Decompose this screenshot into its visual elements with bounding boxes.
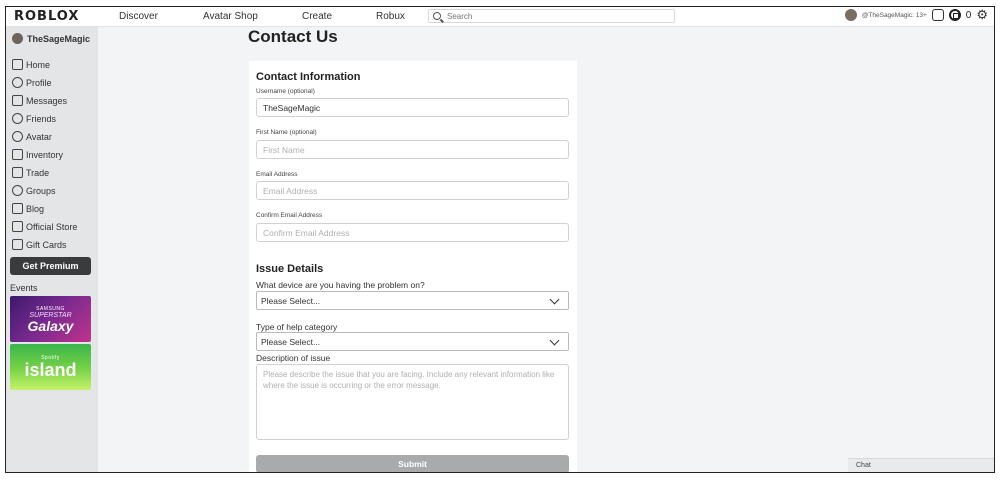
sidebar-username: TheSageMagic (27, 33, 91, 44)
contact-form-card: Contact Information Username (optional) … (249, 61, 577, 472)
robux-balance: 0 (965, 9, 972, 21)
confirm-email-field[interactable] (256, 223, 569, 242)
sidebar-item-gift-cards[interactable]: Gift Cards (12, 239, 67, 250)
sidebar-item-label: Friends (26, 113, 57, 124)
banner-title: island (24, 360, 77, 380)
get-premium-button[interactable]: Get Premium (10, 257, 91, 275)
browser-frame: ROBLOX Discover Avatar Shop Create Robux… (5, 6, 995, 473)
sidebar-item-label: Gift Cards (26, 239, 67, 250)
issue-details-heading: Issue Details (256, 263, 324, 275)
trade-icon (12, 167, 23, 178)
sidebar-item-label: Avatar (26, 131, 52, 142)
email-label: Email Address (256, 171, 298, 178)
first-name-field[interactable] (256, 140, 569, 159)
blog-icon (12, 203, 23, 214)
search-icon (433, 12, 441, 20)
friends-icon (12, 113, 23, 124)
chevron-down-icon (549, 294, 560, 305)
events-heading: Events (10, 283, 38, 293)
sidebar-item-label: Trade (26, 167, 50, 178)
sidebar-item-label: Home (26, 59, 51, 70)
sidebar-item-inventory[interactable]: Inventory (12, 149, 63, 160)
gift-card-icon (12, 239, 23, 250)
avatar (12, 33, 23, 44)
sidebar-item-label: Groups (26, 185, 56, 196)
device-select[interactable]: Please Select... (256, 291, 569, 310)
event-banner-galaxy[interactable]: SAMSUNG SUPERSTAR Galaxy (10, 296, 91, 342)
sidebar-item-avatar[interactable]: Avatar (12, 131, 52, 142)
first-name-label: First Name (optional) (256, 129, 317, 136)
roblox-logo[interactable]: ROBLOX (14, 9, 79, 24)
store-icon (12, 221, 23, 232)
left-sidebar: TheSageMagic Home Profile Messages Frien… (6, 27, 98, 472)
nav-create[interactable]: Create (302, 11, 332, 22)
nav-robux[interactable]: Robux (376, 11, 405, 22)
robux-icon[interactable] (948, 9, 961, 21)
sidebar-item-friends[interactable]: Friends (12, 113, 56, 124)
catalog-list-icon[interactable] (931, 9, 944, 21)
chat-bar[interactable]: Chat (848, 458, 994, 472)
device-question: What device are you having the problem o… (256, 280, 425, 290)
help-category-select-value: Please Select... (261, 336, 321, 347)
submit-button[interactable]: Submit (256, 455, 569, 472)
chevron-down-icon (549, 335, 560, 346)
username-label: Username (optional) (256, 88, 315, 95)
avatar-icon (12, 131, 23, 142)
messages-icon (12, 95, 23, 106)
gear-icon[interactable]: ⚙ (976, 8, 988, 21)
event-banner-island[interactable]: Spotify island (10, 344, 91, 390)
inventory-icon (12, 149, 23, 160)
nav-avatar-shop[interactable]: Avatar Shop (203, 11, 258, 22)
sidebar-item-label: Profile (26, 77, 52, 88)
help-category-question: Type of help category (256, 322, 338, 332)
sidebar-item-label: Inventory (26, 149, 64, 160)
topbar-user-area: @TheSageMagic: 13+ 0 ⚙ (844, 8, 988, 21)
sidebar-item-label: Blog (26, 203, 45, 214)
sidebar-item-label: Official Store (26, 221, 78, 232)
sidebar-item-trade[interactable]: Trade (12, 167, 49, 178)
profile-icon (12, 77, 23, 88)
sidebar-item-messages[interactable]: Messages (12, 95, 67, 106)
sidebar-item-profile[interactable]: Profile (12, 77, 52, 88)
banner-title: Galaxy (27, 317, 74, 334)
username-handle[interactable]: @TheSageMagic: 13+ (862, 12, 927, 19)
sidebar-item-home[interactable]: Home (12, 59, 50, 70)
sidebar-item-label: Messages (26, 95, 68, 106)
device-select-value: Please Select... (261, 295, 321, 306)
sidebar-item-blog[interactable]: Blog (12, 203, 44, 214)
description-label: Description of issue (256, 353, 331, 363)
chat-label: Chat (856, 462, 871, 469)
page-title: Contact Us (248, 27, 338, 46)
groups-icon (12, 185, 23, 196)
home-icon (12, 59, 23, 70)
username-field[interactable] (256, 98, 569, 117)
nav-discover[interactable]: Discover (119, 11, 158, 22)
avatar-thumbnail[interactable] (844, 9, 857, 21)
contact-information-heading: Contact Information (256, 71, 361, 83)
search-input[interactable] (447, 11, 667, 21)
description-textarea[interactable] (256, 364, 569, 440)
email-field[interactable] (256, 181, 569, 200)
help-category-select[interactable]: Please Select... (256, 332, 569, 351)
search-box[interactable] (428, 9, 675, 23)
top-navigation-bar: ROBLOX Discover Avatar Shop Create Robux… (6, 7, 994, 27)
sidebar-item-groups[interactable]: Groups (12, 185, 56, 196)
sidebar-user[interactable]: TheSageMagic (12, 33, 90, 44)
sidebar-item-official-store[interactable]: Official Store (12, 221, 77, 232)
confirm-email-label: Confirm Email Address (256, 212, 323, 219)
